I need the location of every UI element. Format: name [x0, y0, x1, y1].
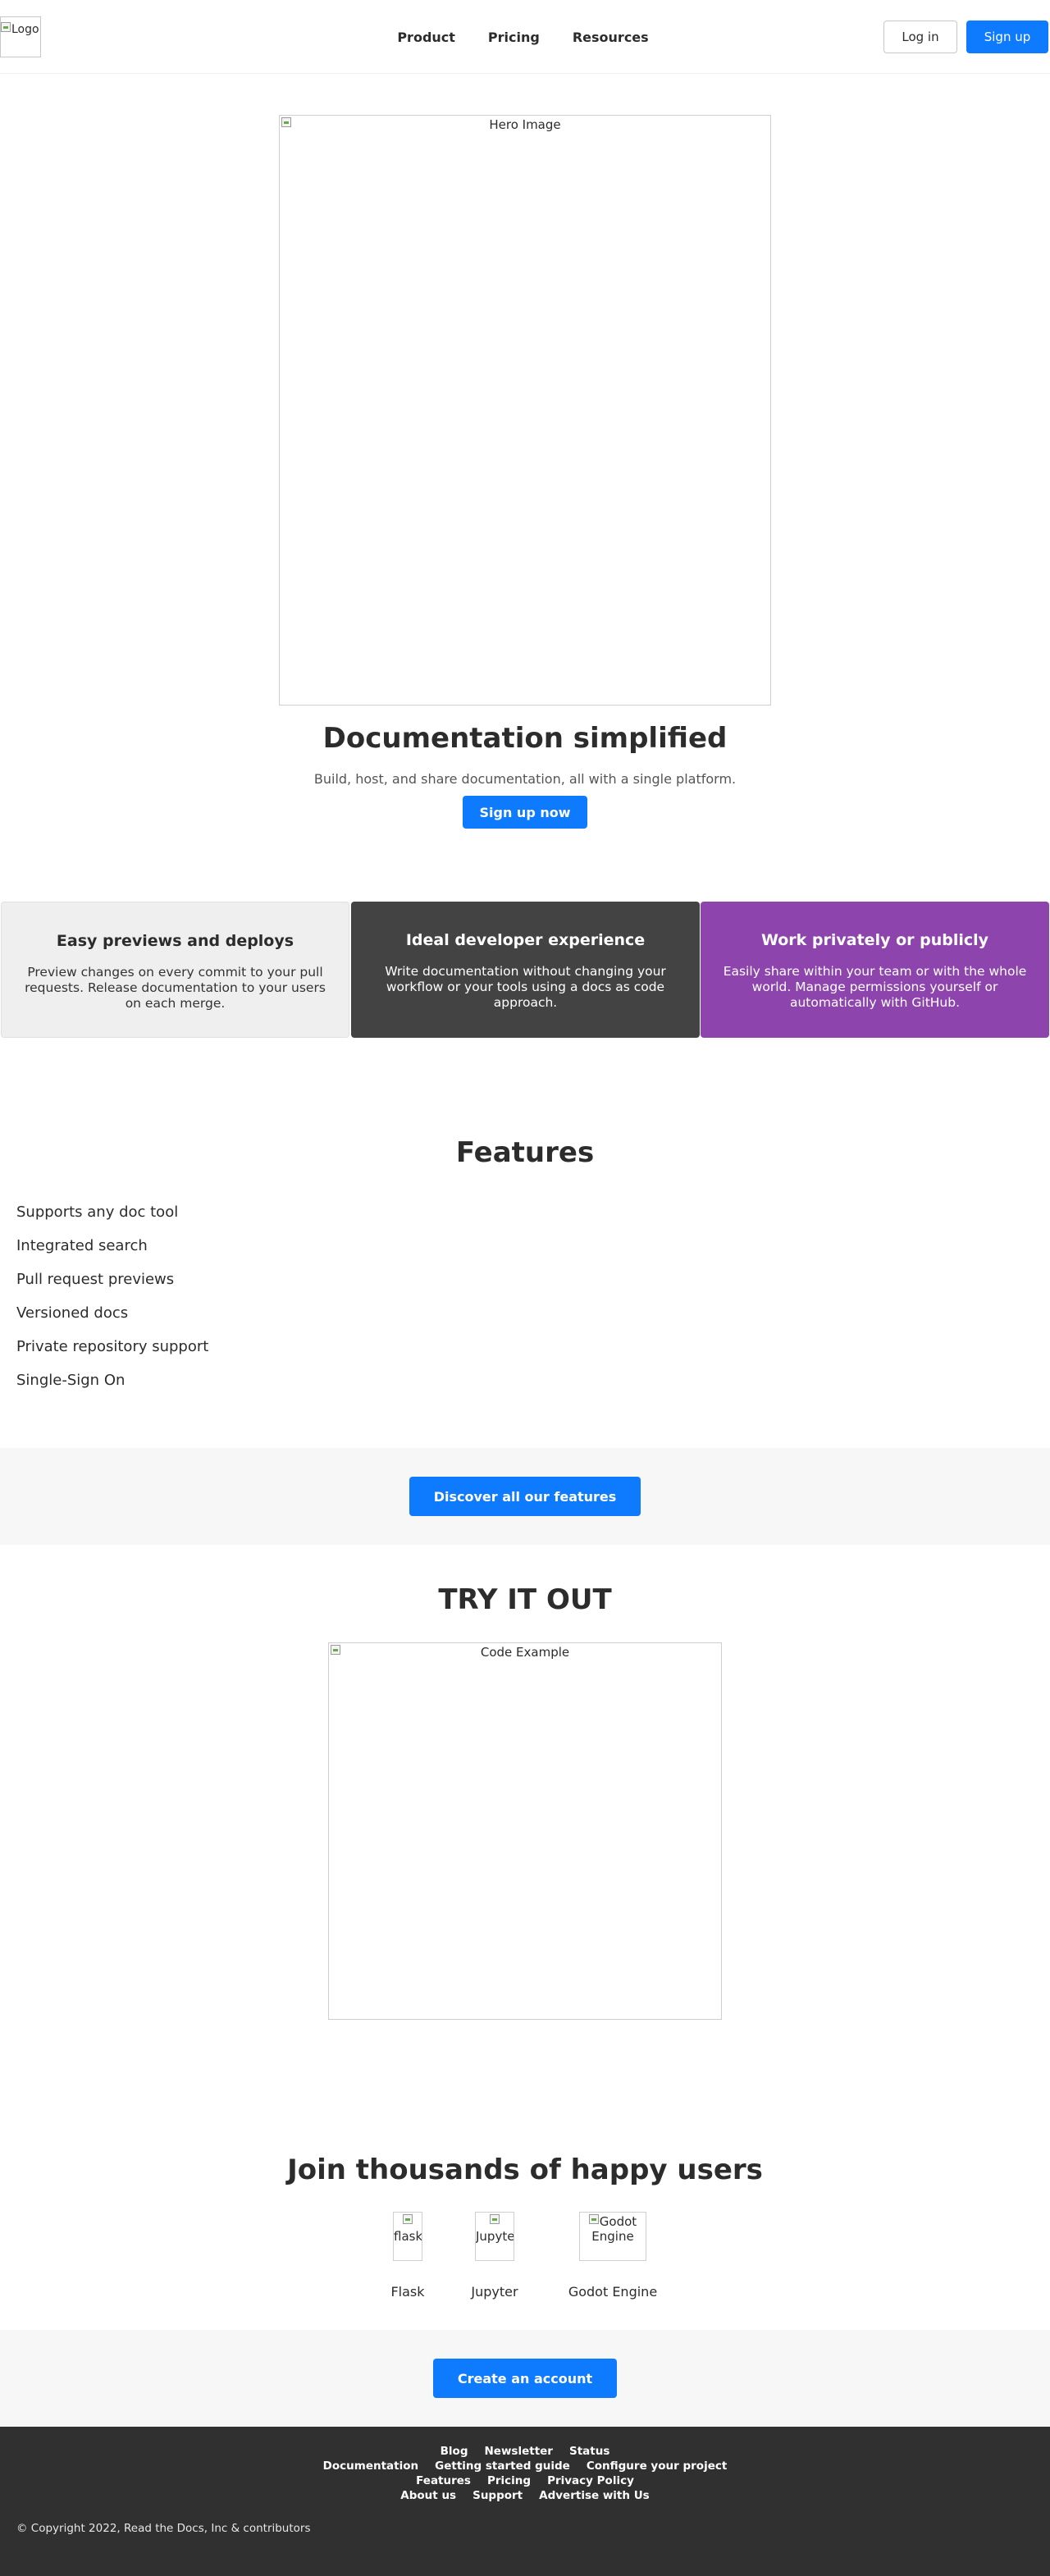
login-button[interactable]: Log in [883, 21, 957, 53]
nav-resources[interactable]: Resources [573, 30, 649, 45]
discover-features-button[interactable]: Discover all our features [409, 1477, 641, 1516]
broken-image-icon [402, 2214, 413, 2224]
logo-alt-text: Logo [11, 23, 39, 36]
hero-image: Hero Image [279, 115, 771, 706]
feature-card-developer: Ideal developer experience Write documen… [351, 902, 700, 1038]
list-item: Private repository support [16, 1338, 209, 1355]
site-footer: Blog Newsletter Status Documentation Get… [0, 2427, 1050, 2576]
broken-image-icon [489, 2214, 500, 2224]
list-item: Single-Sign On [16, 1372, 126, 1389]
list-item: Supports any doc tool [16, 1204, 179, 1221]
footer-link-about[interactable]: About us [400, 2489, 456, 2502]
footer-link-newsletter[interactable]: Newsletter [485, 2445, 553, 2458]
nav-pricing[interactable]: Pricing [488, 30, 540, 45]
footer-link-status[interactable]: Status [569, 2445, 609, 2458]
create-account-button[interactable]: Create an account [433, 2359, 617, 2398]
users-title: Join thousands of happy users [287, 2154, 763, 2186]
code-image-alt: Code Example [480, 1645, 570, 1660]
feature-card-previews: Easy previews and deploys Preview change… [1, 902, 349, 1038]
signup-button[interactable]: Sign up [966, 21, 1048, 53]
nav-product[interactable]: Product [397, 30, 455, 45]
account-cta-band: Create an account [0, 2330, 1050, 2427]
list-item: Pull request previews [16, 1271, 175, 1288]
user-name-flask: Flask [390, 2284, 425, 2300]
feature-list: Supports any doc tool Integrated search … [16, 1202, 208, 1404]
hero-image-alt: Hero Image [489, 117, 561, 132]
footer-row: About us Support Advertise with Us [0, 2489, 1050, 2502]
footer-link-features[interactable]: Features [416, 2474, 471, 2487]
footer-row: Features Pricing Privacy Policy [0, 2474, 1050, 2487]
code-example-image: Code Example [328, 1642, 722, 2020]
user-name-jupyter: Jupyter [471, 2284, 518, 2300]
flask-logo: flask [393, 2212, 422, 2261]
footer-link-documentation[interactable]: Documentation [323, 2460, 418, 2473]
logo-image[interactable]: Logo [0, 16, 41, 57]
jupyter-logo: Jupyter [475, 2212, 514, 2261]
flask-logo-alt: flask [394, 2229, 422, 2244]
signup-now-button[interactable]: Sign up now [463, 796, 587, 829]
jupyter-logo-alt: Jupyter [476, 2229, 514, 2244]
card-text: Write documentation without changing you… [385, 964, 666, 1010]
footer-link-advertise[interactable]: Advertise with Us [539, 2489, 650, 2502]
footer-link-pricing[interactable]: Pricing [487, 2474, 531, 2487]
footer-link-getting-started[interactable]: Getting started guide [435, 2460, 570, 2473]
card-text: Easily share within your team or with th… [723, 964, 1027, 1010]
hero-title: Documentation simplified [322, 722, 728, 755]
godot-logo: Godot Engine [579, 2212, 646, 2261]
footer-row: Documentation Getting started guide Conf… [0, 2460, 1050, 2473]
footer-link-support[interactable]: Support [472, 2489, 523, 2502]
broken-image-icon [281, 117, 291, 127]
footer-row: Blog Newsletter Status [0, 2445, 1050, 2458]
card-text: Preview changes on every commit to your … [25, 965, 326, 1011]
broken-image-icon [1, 22, 11, 32]
hero-subtitle: Build, host, and share documentation, al… [313, 771, 737, 787]
features-cta-band: Discover all our features [0, 1448, 1050, 1545]
list-item: Versioned docs [16, 1304, 129, 1322]
list-item: Integrated search [16, 1237, 148, 1254]
copyright-text: © Copyright 2022, Read the Docs, Inc & c… [16, 2522, 311, 2535]
feature-card-privacy: Work privately or publicly Easily share … [701, 902, 1049, 1038]
features-title: Features [455, 1136, 595, 1169]
footer-link-privacy[interactable]: Privacy Policy [547, 2474, 634, 2487]
site-header: Logo Product Pricing Resources Log in Si… [0, 0, 1050, 74]
user-name-godot: Godot Engine [568, 2284, 658, 2300]
broken-image-icon [588, 2214, 599, 2224]
broken-image-icon [331, 1645, 340, 1655]
card-title: Easy previews and deploys [56, 932, 294, 950]
card-title: Work privately or publicly [760, 931, 989, 949]
try-it-out-title: TRY IT OUT [438, 1583, 612, 1616]
footer-link-blog[interactable]: Blog [441, 2445, 468, 2458]
card-title: Ideal developer experience [405, 931, 646, 949]
footer-link-configure[interactable]: Configure your project [587, 2460, 727, 2473]
